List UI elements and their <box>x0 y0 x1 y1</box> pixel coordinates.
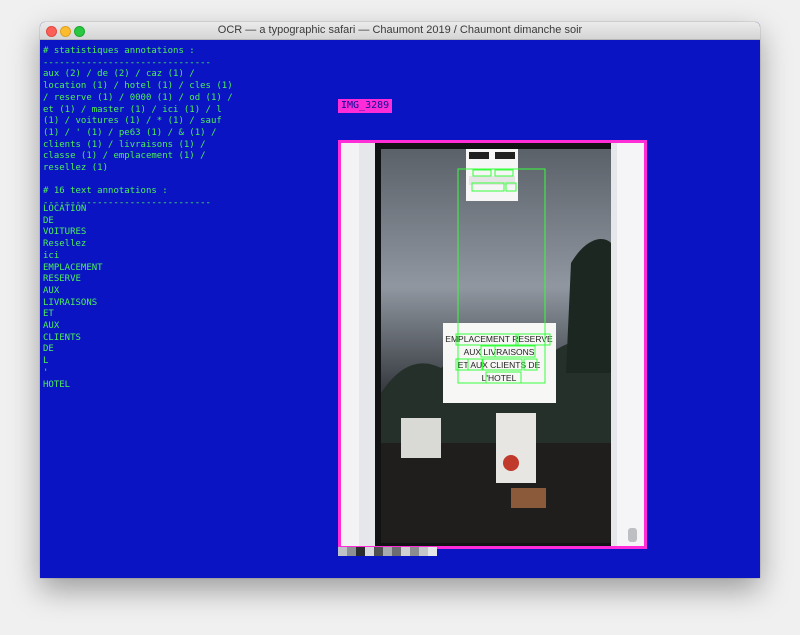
annotation-word: VOITURES <box>43 227 87 238</box>
sketch-canvas: # statistiques annotations : ------------… <box>40 40 760 578</box>
palette-swatch <box>401 547 410 556</box>
text-annotation-list: LOCATION DE VOITURES Resellez ici EMPLACEMENT… <box>43 204 103 391</box>
stats-line <box>43 175 233 187</box>
palette-swatch <box>356 547 365 556</box>
annotation-word: LOCATION <box>43 204 87 214</box>
annotation-word: AUX <box>43 285 60 296</box>
title-bar[interactable]: OCR — a typographic safari — Chaumont 20… <box>40 22 760 40</box>
palette-swatch <box>338 547 347 556</box>
palette-swatch <box>383 547 392 556</box>
annotation-word: ET <box>43 309 54 320</box>
stats-line: # 16 text annotations : <box>43 186 168 197</box>
app-window: OCR — a typographic safari — Chaumont 20… <box>40 22 760 578</box>
annotation-word: LIVRAISONS <box>43 297 98 308</box>
photo-frame: EMPLACEMENT RESERVE AUX LIVRAISONS ET AU… <box>338 140 647 549</box>
door-frame-right <box>617 143 644 546</box>
sign-line-2: AUX LIVRAISONS <box>464 347 535 357</box>
stats-line: (1) / ' (1) / pe63 (1) / & (1) / <box>43 127 217 138</box>
palette-swatch <box>347 547 356 556</box>
stats-line: # statistiques annotations : <box>43 46 195 56</box>
annotation-word: HOTEL <box>43 379 71 390</box>
stats-line: ------------------------------- <box>43 57 211 68</box>
window-title: OCR — a typographic safari — Chaumont 20… <box>217 24 583 36</box>
sign-line-1: EMPLACEMENT RESERVE <box>445 334 553 344</box>
stats-line: (1) / voitures (1) / * (1) / sauf <box>43 116 222 127</box>
palette-swatch <box>410 547 419 556</box>
annotation-word: RESERVE <box>43 274 81 285</box>
stats-line: clients (1) / livraisons (1) / <box>43 139 206 150</box>
sign-line-4: L'HOTEL <box>482 373 517 383</box>
annotation-word: L <box>43 356 49 367</box>
palette-swatch <box>428 547 437 556</box>
stats-line: resellez (1) <box>43 163 109 174</box>
annotation-word: DE <box>43 344 54 355</box>
stats-line: et (1) / master (1) / ici (1) / l <box>43 104 222 115</box>
annotation-word: AUX <box>43 321 60 332</box>
interior-cabinet <box>496 413 536 483</box>
sign-line-3: ET AUX CLIENTS DE <box>458 360 541 370</box>
palette-swatch <box>419 547 428 556</box>
annotation-word: ici <box>43 250 60 261</box>
gas-bottle <box>503 455 519 471</box>
annotation-word: ' <box>43 367 49 378</box>
palette-swatch <box>365 547 374 556</box>
annotation-word: CLIENTS <box>43 332 81 343</box>
door-handle <box>628 528 637 542</box>
door-frame-left <box>341 143 359 546</box>
annotation-word: EMPLACEMENT <box>43 262 103 273</box>
annotation-word: Resellez <box>43 239 87 250</box>
stats-line: / reserve (1) / 0000 (1) / od (1) / <box>43 92 233 103</box>
palette-swatch <box>374 547 383 556</box>
photo: EMPLACEMENT RESERVE AUX LIVRAISONS ET AU… <box>341 143 644 546</box>
stats-line: location (1) / hotel (1) / cles (1) <box>43 81 233 92</box>
stats-line: aux (2) / de (2) / caz (1) / <box>43 69 195 80</box>
palette-swatch <box>392 547 401 556</box>
stats-line: classe (1) / emplacement (1) / <box>43 151 206 162</box>
image-label: IMG_3289 <box>338 99 393 113</box>
color-palette <box>338 547 437 556</box>
annotation-word: DE <box>43 215 54 226</box>
